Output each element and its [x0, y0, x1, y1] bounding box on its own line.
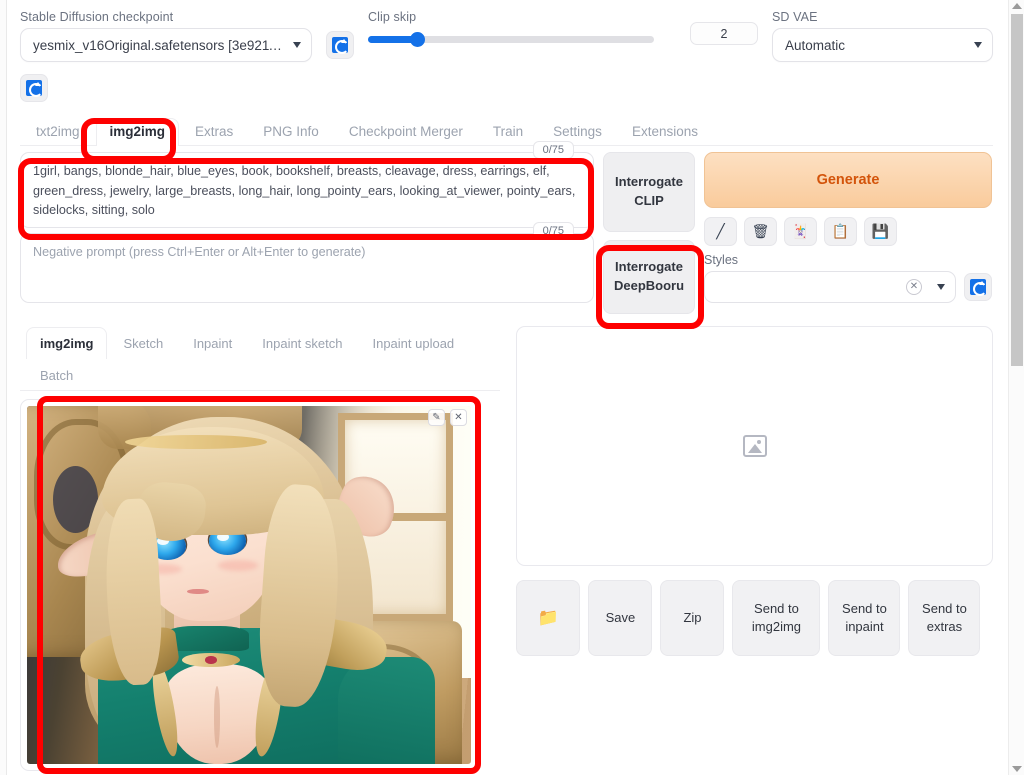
tab-img2img[interactable]: img2img [95, 118, 180, 146]
extra-networks-icon[interactable]: 🃏 [784, 217, 817, 246]
styles-dropdown[interactable]: ✕ [704, 271, 956, 303]
reload-ui-row [20, 74, 993, 102]
checkpoint-field: Stable Diffusion checkpoint yesmix_v16Or… [20, 10, 312, 62]
scroll-down-icon[interactable] [1012, 766, 1022, 772]
apply-style-icon[interactable]: 📋 [824, 217, 857, 246]
interrogate-clip-button[interactable]: Interrogate CLIP [603, 152, 695, 232]
clip-skip-value[interactable]: 2 [690, 22, 758, 45]
input-image-card[interactable]: ✎ ✕ [20, 399, 478, 771]
dress-collar [164, 626, 249, 652]
tab-extras[interactable]: Extras [181, 118, 247, 146]
refresh-checkpoint-button[interactable] [326, 31, 354, 59]
send-to-img2img-button[interactable]: Send to img2img [732, 580, 821, 656]
tab-txt2img[interactable]: txt2img [22, 118, 94, 146]
checkpoint-value: yesmix_v16Original.safetensors [3e921191… [33, 37, 285, 53]
main-tab-bar: txt2img img2img Extras PNG Info Checkpoint M… [20, 116, 993, 146]
generate-button[interactable]: Generate [704, 152, 992, 208]
interrogate-column: Interrogate CLIP Interrogate DeepBooru [603, 152, 695, 314]
close-image-icon[interactable]: ✕ [450, 409, 467, 426]
tab-train[interactable]: Train [479, 118, 537, 146]
browser-left-edge [0, 0, 7, 775]
open-folder-button[interactable]: 📁 [516, 580, 581, 656]
save-button[interactable]: Save [588, 580, 653, 656]
tab-extensions[interactable]: Extensions [618, 118, 712, 146]
subtab-sketch[interactable]: Sketch [109, 327, 177, 359]
save-style-icon[interactable]: 💾 [864, 217, 897, 246]
vae-value: Automatic [785, 37, 846, 53]
paste-arrow-icon[interactable]: ╱ [704, 217, 737, 246]
vae-field: SD VAE Automatic [772, 10, 993, 62]
checkpoint-refresh-wrap [326, 10, 354, 59]
refresh-icon [332, 37, 349, 54]
subtab-batch[interactable]: Batch [26, 359, 87, 391]
generate-column: Generate ╱ 🗑 🃏 📋 💾 Styles ✕ [704, 152, 992, 303]
subtab-inpaint[interactable]: Inpaint [179, 327, 246, 359]
scrollbar-thumb[interactable] [1011, 14, 1023, 366]
send-to-extras-button[interactable]: Send to extras [908, 580, 981, 656]
subtab-inpaint-upload[interactable]: Inpaint upload [358, 327, 468, 359]
refresh-icon [970, 279, 987, 296]
chevron-down-icon [974, 42, 982, 48]
prompt-row: 0/75 1girl, bangs, blonde_hair, blue_eye… [20, 141, 993, 314]
dress-sleeve-right [337, 656, 436, 764]
image-tools: ✎ ✕ [428, 409, 467, 426]
top-settings-row: Stable Diffusion checkpoint yesmix_v16Or… [20, 10, 993, 62]
clip-skip-slider[interactable] [368, 32, 654, 47]
vertical-scrollbar[interactable] [1008, 0, 1024, 775]
prompt-column: 0/75 1girl, bangs, blonde_hair, blue_eye… [20, 141, 594, 308]
styles-row: ✕ [704, 271, 992, 303]
output-gallery[interactable] [516, 326, 993, 566]
positive-token-counter: 0/75 [532, 141, 574, 159]
checkpoint-label: Stable Diffusion checkpoint [20, 10, 174, 24]
reload-ui-button[interactable] [20, 74, 48, 102]
chevron-down-icon [293, 42, 301, 48]
image-placeholder-icon [742, 435, 767, 457]
tab-png-info[interactable]: PNG Info [249, 118, 333, 146]
subtab-inpaint-sketch[interactable]: Inpaint sketch [248, 327, 356, 359]
img2img-subtab-bar: img2img Sketch Inpaint Inpaint sketch Inpain… [20, 326, 500, 391]
edit-image-icon[interactable]: ✎ [428, 409, 445, 426]
lower-section: img2img Sketch Inpaint Inpaint sketch Inpain… [20, 326, 993, 771]
vae-dropdown[interactable]: Automatic [772, 28, 993, 62]
refresh-styles-button[interactable] [964, 273, 992, 301]
subtab-img2img[interactable]: img2img [26, 327, 108, 359]
blush-right [217, 559, 258, 571]
tab-checkpoint-merger[interactable]: Checkpoint Merger [335, 118, 477, 146]
negative-token-counter: 0/75 [532, 222, 574, 240]
elf-illustration [27, 406, 471, 764]
page-content: Stable Diffusion checkpoint yesmix_v16Or… [8, 0, 1007, 775]
input-pane: img2img Sketch Inpaint Inpaint sketch Inpain… [20, 326, 506, 771]
zip-button[interactable]: Zip [660, 580, 725, 656]
gold-hair-ornament [124, 434, 267, 449]
clip-skip-label: Clip skip [368, 10, 417, 24]
clip-skip-field: Clip skip 2 [368, 10, 758, 47]
negative-prompt-input[interactable]: Negative prompt (press Ctrl+Enter or Alt… [20, 233, 594, 303]
trash-icon[interactable]: 🗑 [744, 217, 777, 246]
chevron-down-icon [937, 284, 945, 290]
interrogate-clip-label: Interrogate CLIP [615, 174, 683, 208]
refresh-icon [26, 80, 43, 97]
output-pane: 📁 Save Zip Send to img2img Send to inpaint Se… [516, 326, 993, 771]
interrogate-deepbooru-label: Interrogate DeepBooru [613, 259, 685, 293]
styles-label: Styles [704, 253, 739, 267]
checkpoint-dropdown[interactable]: yesmix_v16Original.safetensors [3e921191… [20, 28, 312, 62]
scroll-up-icon[interactable] [1012, 3, 1022, 9]
prompt-toolbar: ╱ 🗑 🃏 📋 💾 [704, 217, 992, 246]
positive-prompt-wrap: 0/75 1girl, bangs, blonde_hair, blue_eye… [20, 141, 594, 228]
interrogate-deepbooru-button[interactable]: Interrogate DeepBooru [603, 240, 695, 314]
positive-prompt-input[interactable]: 1girl, bangs, blonde_hair, blue_eyes, bo… [20, 152, 594, 228]
input-image[interactable] [27, 406, 471, 764]
clear-styles-icon[interactable]: ✕ [906, 279, 922, 295]
webui-screenshot: Stable Diffusion checkpoint yesmix_v16Or… [0, 0, 1024, 775]
negative-prompt-wrap: 0/75 Negative prompt (press Ctrl+Enter o… [20, 222, 594, 303]
vae-label: SD VAE [772, 10, 818, 24]
output-button-row: 📁 Save Zip Send to img2img Send to inpaint Se… [516, 580, 993, 656]
clip-skip-slider-thumb[interactable] [409, 32, 425, 47]
send-to-inpaint-button[interactable]: Send to inpaint [828, 580, 901, 656]
